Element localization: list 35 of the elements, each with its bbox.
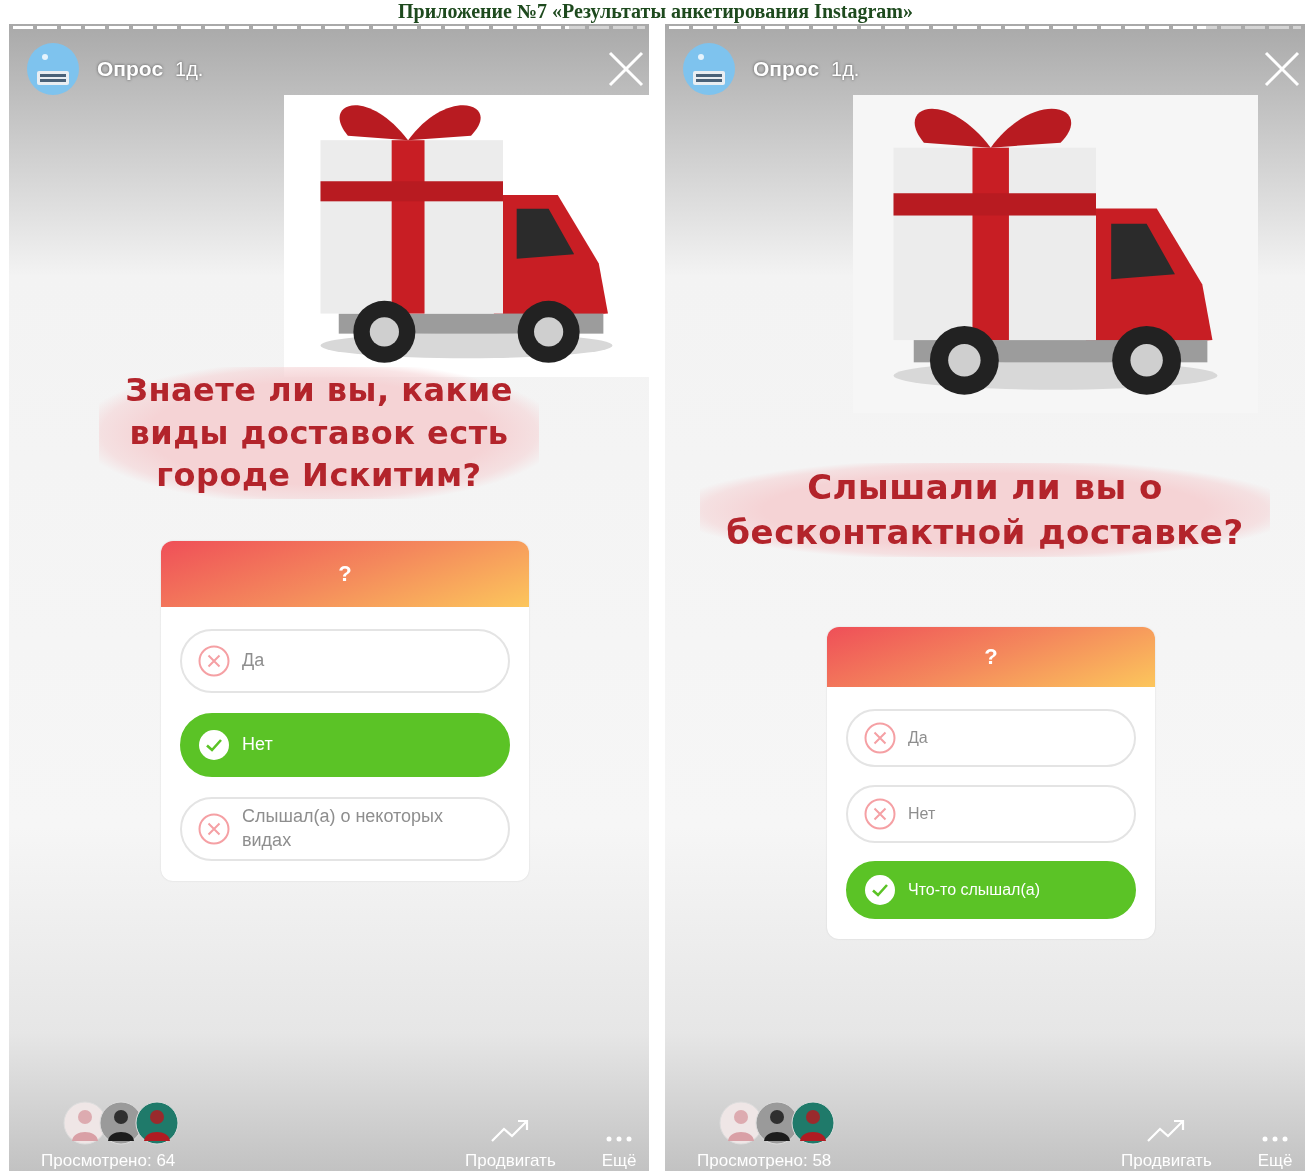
profile-avatar[interactable] [27,43,79,95]
trend-arrow-icon [490,1117,531,1143]
more-button[interactable]: Ещё [601,1135,637,1171]
story-author: Опрос [753,57,820,81]
promote-button[interactable]: Продвигать [465,1117,556,1171]
close-icon [1263,50,1301,88]
question-text: Слышали ли вы о бесконтактной доставке? [700,463,1270,558]
more-icon [1261,1135,1290,1143]
document-title: Приложение №7 «Результаты анкетирования Instagram» [397,0,914,24]
poll-option[interactable]: Нет [180,712,510,777]
trend-arrow-icon [1146,1117,1187,1143]
profile-avatar[interactable] [683,43,735,95]
promote-button[interactable]: Продвигать [1121,1117,1212,1171]
cross-icon [864,722,896,755]
cross-icon [198,812,230,845]
question-text: Знаете ли вы, какие виды доставок есть городе Искитим? [99,367,539,499]
poll-option[interactable]: Да [180,628,510,693]
poll-title: ? [161,540,529,607]
story-age: 1д. [175,57,204,81]
check-icon [864,874,896,907]
cross-icon [864,798,896,831]
cross-icon [198,644,230,677]
poll-option[interactable]: Да [846,709,1136,768]
views-count[interactable]: Просмотрено: 64 [41,1151,176,1171]
close-icon [607,50,645,88]
poll-option[interactable]: Нет [846,785,1136,844]
more-button[interactable]: Ещё [1257,1135,1293,1171]
poll-option[interactable]: Что-то слышал(а) [846,861,1136,920]
story-age: 1д. [831,57,860,81]
more-icon [605,1135,634,1143]
story-author: Опрос [97,57,164,81]
views-count[interactable]: Просмотрено: 58 [697,1151,832,1171]
poll-option[interactable]: Слышал(а) о некоторых видах [180,796,510,861]
check-icon [198,728,230,761]
poll-title: ? [827,627,1155,688]
